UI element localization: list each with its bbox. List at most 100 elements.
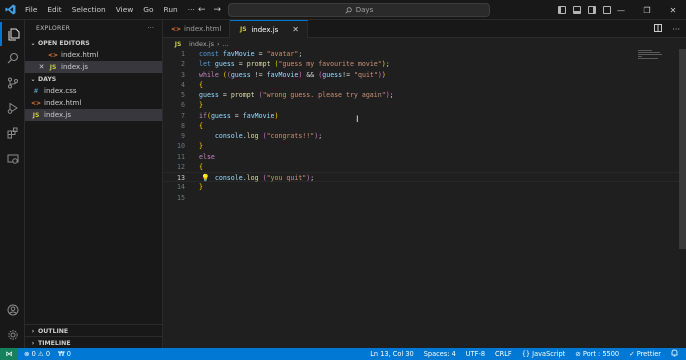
code-line[interactable]: 5 guess = prompt ("wrong guess. please tr… — [163, 90, 686, 100]
menu-edit[interactable]: Edit — [42, 0, 66, 20]
manage-gear-icon[interactable] — [0, 323, 25, 347]
forward-arrow-icon[interactable]: → — [214, 5, 222, 15]
js-file-icon: JS — [240, 26, 247, 33]
code-line[interactable]: 12 { — [163, 162, 686, 172]
code-text[interactable]: { — [199, 80, 203, 90]
code-text[interactable]: const favMovie = "avatar"; — [199, 49, 302, 59]
open-editor-item[interactable]: <> index.html — [25, 49, 162, 61]
file-item[interactable]: <> index.html — [25, 97, 162, 109]
css-file-icon: # — [33, 87, 39, 95]
run-debug-icon[interactable] — [0, 96, 25, 120]
tab-index-js[interactable]: JS index.js ✕ — [230, 20, 308, 38]
toggle-secondary-sidebar-icon[interactable] — [588, 6, 596, 14]
chevron-right-icon: › — [31, 327, 35, 335]
code-editor[interactable]: 1 const favMovie = "avatar"; 2 let guess = … — [163, 49, 686, 203]
code-text[interactable]: if(guess = favMovie) — [199, 111, 279, 121]
outline-label: OUTLINE — [38, 327, 69, 335]
open-editor-item-active[interactable]: ✕ JS index.js — [25, 61, 162, 73]
close-icon[interactable]: ✕ — [37, 63, 46, 71]
code-text[interactable]: while ((guess != favMovie) && (guess!= "… — [199, 70, 386, 80]
code-text[interactable]: let guess = prompt ("guess my favourite … — [199, 59, 390, 69]
menu-view[interactable]: View — [111, 0, 139, 20]
code-line[interactable]: 3 while ((guess != favMovie) && (guess!= … — [163, 70, 686, 80]
editor-scrollbar[interactable] — [679, 49, 686, 249]
code-text[interactable]: { — [199, 121, 203, 131]
notifications-bell-icon[interactable] — [671, 349, 678, 359]
activity-bar — [0, 20, 25, 348]
code-text[interactable]: console.log ("congrats!!"); — [199, 131, 322, 141]
code-line[interactable]: 11 else — [163, 152, 686, 162]
code-text[interactable]: } — [199, 100, 203, 110]
open-editors-section[interactable]: ⌄ OPEN EDITORS — [25, 37, 162, 49]
code-text[interactable]: } — [199, 182, 203, 192]
encoding[interactable]: UTF-8 — [466, 350, 485, 358]
live-server-port[interactable]: ⊘ Port : 5500 — [575, 350, 619, 358]
code-line[interactable]: 2 let guess = prompt ("guess my favourite… — [163, 59, 686, 69]
menu-selection[interactable]: Selection — [67, 0, 111, 20]
outline-section[interactable]: › OUTLINE — [25, 324, 163, 336]
code-line[interactable]: 6} — [163, 100, 686, 110]
tab-label: index.js — [251, 25, 279, 34]
tab-label: index.html — [184, 25, 222, 33]
vscode-logo-icon — [0, 0, 20, 20]
menu-file[interactable]: File — [20, 0, 42, 20]
timeline-section[interactable]: › TIMELINE — [25, 336, 163, 348]
menu-run[interactable]: Run — [159, 0, 183, 20]
language-mode[interactable]: {} JavaScript — [522, 350, 566, 358]
remote-explorer-icon[interactable] — [0, 147, 25, 171]
explorer-sidebar: EXPLORER ··· ⌄ OPEN EDITORS <> index.htm… — [25, 20, 163, 348]
split-editor-icon[interactable] — [654, 24, 663, 34]
ports-count[interactable]: ₩ 0 — [58, 350, 71, 358]
file-item-selected[interactable]: JS index.js — [25, 109, 162, 121]
source-control-icon[interactable] — [0, 71, 25, 95]
search-view-icon[interactable] — [0, 46, 25, 70]
open-editor-name: index.html — [61, 51, 99, 59]
timeline-label: TIMELINE — [38, 339, 71, 347]
code-line[interactable]: 8{ — [163, 121, 686, 131]
line-number: 9 — [181, 132, 185, 140]
line-number: 6 — [181, 101, 185, 110]
code-text[interactable]: guess = prompt ("wrong guess. please try… — [199, 90, 394, 100]
tab-index-html[interactable]: <> index.html — [163, 20, 231, 38]
code-line[interactable]: 1 const favMovie = "avatar"; — [163, 49, 686, 59]
code-line[interactable]: 10} — [163, 141, 686, 151]
line-number: 11 — [177, 152, 185, 161]
code-line[interactable]: 13 💡 console.log ("you quit"); — [163, 172, 686, 183]
code-line[interactable]: 9 console.log ("congrats!!"); — [163, 131, 686, 141]
minimap[interactable] — [638, 50, 662, 64]
maximize-button[interactable]: ❐ — [634, 0, 660, 20]
close-window-button[interactable]: ✕ — [660, 0, 686, 20]
menu-go[interactable]: Go — [138, 0, 158, 20]
explorer-more-actions[interactable]: ··· — [147, 25, 154, 32]
code-line[interactable]: 15 — [163, 193, 686, 203]
back-arrow-icon[interactable]: ← — [198, 5, 206, 15]
code-line[interactable]: 4{ — [163, 80, 686, 90]
toggle-panel-icon[interactable] — [573, 6, 581, 14]
code-text[interactable]: { — [199, 162, 203, 172]
problems-count[interactable]: ⊗ 0 ⚠ 0 — [24, 350, 50, 358]
line-endings[interactable]: CRLF — [495, 350, 512, 358]
code-line[interactable]: 14} — [163, 182, 686, 192]
code-text[interactable]: } — [199, 141, 203, 151]
days-folder-section[interactable]: ⌄ DAYS — [25, 73, 162, 85]
command-center-search[interactable]: Days — [228, 3, 490, 17]
close-tab-icon[interactable]: ✕ — [292, 25, 299, 34]
accounts-icon[interactable] — [0, 298, 25, 322]
menu-bar: File Edit Selection View Go Run ··· — [20, 0, 200, 20]
minimize-button[interactable]: — — [608, 0, 634, 20]
breadcrumb-symbol[interactable]: ... — [223, 40, 229, 48]
breadcrumb-file[interactable]: index.js — [189, 40, 214, 48]
file-item[interactable]: # index.css — [25, 85, 162, 97]
explorer-icon[interactable] — [0, 22, 25, 46]
toggle-primary-sidebar-icon[interactable] — [558, 6, 566, 14]
code-line[interactable]: 7 if(guess = favMovie) — [163, 111, 686, 121]
file-name: index.css — [44, 87, 77, 95]
remote-indicator-icon[interactable]: ⋈ — [0, 348, 18, 360]
code-text[interactable]: else — [199, 152, 215, 162]
cursor-position[interactable]: Ln 13, Col 30 — [370, 350, 414, 358]
prettier-status[interactable]: ✓ Prettier — [629, 350, 661, 358]
indentation[interactable]: Spaces: 4 — [424, 350, 456, 358]
more-actions-icon[interactable]: ··· — [672, 25, 680, 34]
extensions-icon[interactable] — [0, 121, 25, 145]
line-number: 2 — [181, 60, 185, 69]
